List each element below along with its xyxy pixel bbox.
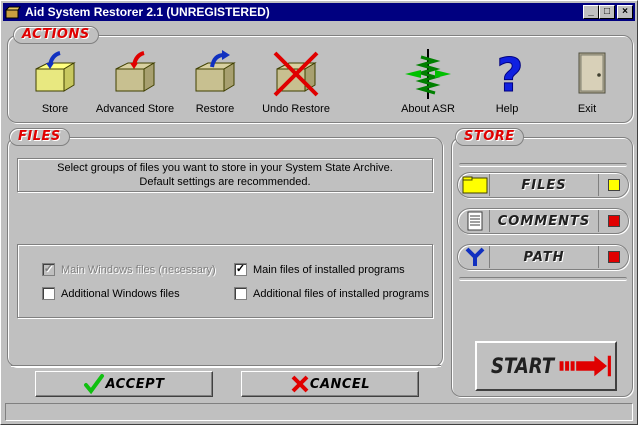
ridge-divider: [459, 277, 627, 281]
store-button[interactable]: Store: [27, 49, 83, 121]
notepad-icon: [460, 210, 490, 232]
start-button[interactable]: START: [475, 341, 617, 391]
checkbox-main-windows-files: ✓ Main Windows files (necessary): [42, 263, 216, 276]
advanced-store-button[interactable]: Advanced Store: [93, 49, 177, 121]
status-indicator: [598, 246, 628, 268]
cancel-button[interactable]: CANCEL: [241, 371, 419, 397]
restore-label: Restore: [195, 103, 235, 115]
check-icon[interactable]: ✓: [234, 263, 247, 276]
spring-icon: [405, 49, 451, 99]
advanced-store-box-icon: [115, 51, 156, 92]
store-section-label: STORE: [455, 128, 524, 146]
window-title: Aid System Restorer 2.1 (UNREGISTERED): [25, 5, 270, 19]
about-button[interactable]: About ASR: [397, 49, 459, 121]
restore-button[interactable]: Restore: [187, 49, 243, 121]
folder-icon: [460, 174, 490, 196]
minimize-button[interactable]: _: [583, 5, 599, 19]
accept-button[interactable]: ACCEPT: [35, 371, 213, 397]
store-box-icon: [35, 51, 76, 92]
check-icon: ✓: [42, 263, 55, 276]
files-info-line-1: Select groups of files you want to store…: [57, 162, 393, 174]
x-icon: [291, 375, 309, 393]
undo-restore-button[interactable]: Undo Restore: [257, 49, 335, 121]
checkbox-additional-program-files[interactable]: Additional files of installed programs: [234, 287, 429, 300]
store-files-label: FILES: [521, 177, 567, 193]
checkbox-main-program-files[interactable]: ✓ Main files of installed programs: [234, 263, 405, 276]
restore-box-icon: [195, 50, 236, 92]
help-button[interactable]: ? Help: [485, 49, 529, 121]
checkmark-icon: [84, 374, 105, 395]
exit-label: Exit: [577, 103, 597, 115]
store-comments-button[interactable]: COMMENTS: [457, 208, 629, 234]
help-label: Help: [495, 103, 519, 115]
checkbox-label: Additional Windows files: [61, 287, 180, 300]
undo-restore-icon: [273, 51, 319, 97]
about-label: About ASR: [401, 103, 455, 115]
status-bar: [5, 403, 633, 421]
checkbox-additional-windows-files[interactable]: Additional Windows files: [42, 287, 180, 300]
store-label: Store: [41, 103, 69, 115]
app-window: Aid System Restorer 2.1 (UNREGISTERED) _…: [0, 0, 638, 425]
checkbox-label: Main Windows files (necessary): [61, 263, 216, 276]
files-info-line-2: Default settings are recommended.: [139, 176, 311, 188]
checkbox-box[interactable]: [234, 287, 247, 300]
files-section-label: FILES: [9, 128, 70, 146]
app-icon: [5, 6, 21, 19]
store-path-button[interactable]: PATH: [457, 244, 629, 270]
arrow-right-icon: [559, 355, 612, 377]
exit-button[interactable]: Exit: [567, 49, 607, 121]
store-comments-label: COMMENTS: [497, 213, 591, 229]
file-groups-box: ✓ Main Windows files (necessary) ✓ Main …: [17, 244, 433, 318]
close-button[interactable]: ×: [617, 5, 633, 19]
status-indicator: [598, 174, 628, 196]
cancel-label: CANCEL: [309, 376, 371, 392]
divider: [11, 365, 441, 367]
question-mark-icon: ?: [496, 49, 524, 99]
store-files-button[interactable]: FILES: [457, 172, 629, 198]
fork-icon: [460, 246, 490, 268]
actions-section-label: ACTIONS: [13, 26, 99, 44]
start-label: START: [491, 353, 555, 379]
title-bar[interactable]: Aid System Restorer 2.1 (UNREGISTERED) _…: [3, 3, 635, 21]
checkbox-box[interactable]: [42, 287, 55, 300]
status-indicator: [598, 210, 628, 232]
checkbox-label: Additional files of installed programs: [253, 287, 430, 300]
ridge-divider: [459, 163, 627, 167]
checkbox-label: Main files of installed programs: [253, 263, 405, 276]
undo-restore-label: Undo Restore: [262, 103, 330, 115]
door-icon: [578, 52, 606, 94]
accept-label: ACCEPT: [105, 376, 165, 392]
advanced-store-label: Advanced Store: [95, 103, 175, 115]
files-info-box: Select groups of files you want to store…: [17, 158, 433, 192]
store-path-label: PATH: [523, 249, 565, 265]
maximize-button[interactable]: □: [599, 5, 615, 19]
svg-text:?: ?: [497, 49, 524, 99]
